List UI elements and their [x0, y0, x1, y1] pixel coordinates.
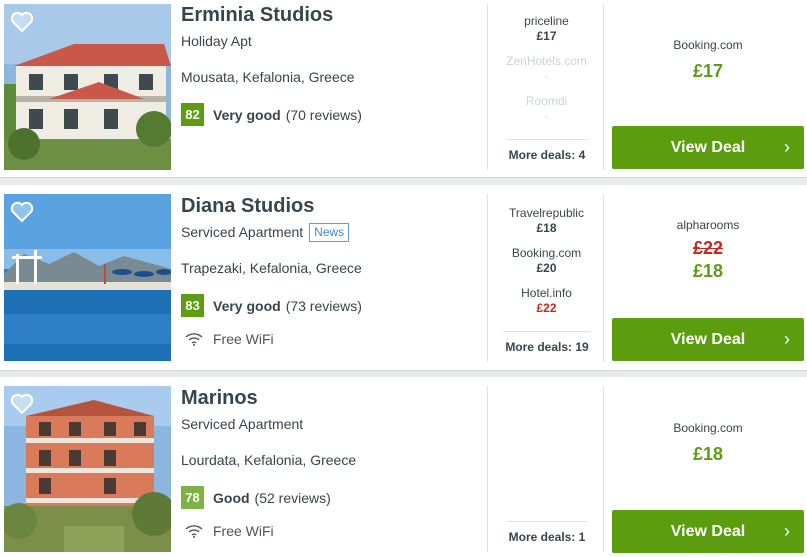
- amenity-wifi: Free WiFi: [181, 331, 481, 347]
- price-option[interactable]: ZenHotels.com -: [489, 54, 604, 84]
- heart-icon[interactable]: [10, 201, 34, 223]
- view-deal-button[interactable]: View Deal ›: [612, 126, 804, 169]
- hotel-type: Serviced Apartment: [181, 224, 304, 240]
- rating-score: 82: [181, 103, 204, 126]
- news-badge[interactable]: News: [309, 223, 350, 242]
- hotel-name[interactable]: Marinos: [181, 387, 481, 409]
- price-value: £18: [536, 221, 557, 235]
- view-deal-label: View Deal: [670, 523, 746, 540]
- price-provider: Roomdi: [525, 94, 568, 108]
- more-deals-link[interactable]: More deals: 4: [507, 139, 587, 162]
- divider: [487, 194, 488, 362]
- deal-provider: Booking.com: [673, 38, 743, 52]
- rating-label: Very good: [213, 106, 281, 123]
- deal-price: £18: [692, 444, 724, 464]
- hotel-type: Holiday Apt: [181, 33, 252, 49]
- rating-score: 78: [181, 486, 204, 509]
- hotel-location: Trapezaki, Kefalonia, Greece: [181, 260, 362, 276]
- deal-provider: Booking.com: [673, 421, 743, 435]
- more-deals-link[interactable]: More deals: 1: [507, 521, 587, 544]
- chevron-right-icon: ›: [784, 329, 790, 349]
- top-deal: Booking.com £18: [612, 421, 804, 465]
- wifi-label: Free WiFi: [213, 523, 274, 539]
- rating-score: 83: [181, 294, 204, 317]
- wifi-icon: [185, 333, 203, 346]
- price-provider: priceline: [524, 14, 569, 28]
- review-count[interactable]: (52 reviews): [255, 490, 331, 506]
- divider: [487, 4, 488, 170]
- amenity-wifi: Free WiFi: [181, 523, 481, 539]
- chevron-right-icon: ›: [784, 137, 790, 157]
- view-deal-label: View Deal: [670, 139, 746, 156]
- divider: [603, 386, 604, 552]
- deal-provider: alpharooms: [676, 218, 740, 232]
- deal-price: £18: [692, 261, 724, 281]
- price-value: £17: [536, 29, 557, 43]
- hotel-photo[interactable]: [4, 386, 171, 552]
- price-option[interactable]: Booking.com £20: [489, 246, 604, 276]
- deal-old-price: £22: [692, 238, 724, 258]
- hotel-name[interactable]: Diana Studios: [181, 195, 481, 217]
- deal-price: £17: [692, 61, 724, 81]
- rating-label: Good: [213, 489, 250, 506]
- price-provider: Booking.com: [511, 246, 582, 260]
- price-value: -: [544, 109, 549, 123]
- view-deal-button[interactable]: View Deal ›: [612, 318, 804, 361]
- wifi-label: Free WiFi: [213, 331, 274, 347]
- hotel-type-row: Serviced Apartment News: [181, 223, 481, 242]
- wifi-icon: [185, 525, 203, 538]
- hotel-photo[interactable]: [4, 4, 171, 170]
- hotel-info: Diana Studios Serviced Apartment News Tra…: [181, 195, 481, 347]
- more-deals-link[interactable]: More deals: 19: [503, 331, 591, 354]
- view-deal-label: View Deal: [670, 331, 746, 348]
- other-prices: priceline £17 ZenHotels.com - Roomdi -: [489, 14, 604, 124]
- price-value: £20: [536, 261, 557, 275]
- hotel-rating: 78 Good (52 reviews): [181, 486, 481, 509]
- hotel-photo[interactable]: [4, 194, 171, 361]
- hotel-rating: 82 Very good (70 reviews): [181, 103, 481, 126]
- price-provider: Travelrepublic: [509, 206, 584, 220]
- other-prices: Travelrepublic £18 Booking.com £20 Hotel…: [489, 206, 604, 316]
- top-deal: Booking.com £17: [612, 38, 804, 82]
- price-option[interactable]: Hotel.info £22: [489, 286, 604, 316]
- price-option[interactable]: Roomdi -: [489, 94, 604, 124]
- heart-icon[interactable]: [10, 393, 34, 415]
- price-value: -: [544, 69, 549, 83]
- rating-label: Very good: [213, 297, 281, 314]
- price-option[interactable]: Travelrepublic £18: [489, 206, 604, 236]
- price-value: £22: [536, 301, 557, 315]
- price-option[interactable]: priceline £17: [489, 14, 604, 44]
- price-provider: Hotel.info: [521, 286, 572, 300]
- review-count[interactable]: (73 reviews): [286, 298, 362, 314]
- hotel-info: Marinos Serviced Apartment Lourdata, Kef…: [181, 387, 481, 539]
- hotel-type: Serviced Apartment: [181, 416, 304, 432]
- hotel-location: Mousata, Kefalonia, Greece: [181, 69, 355, 85]
- hotel-name[interactable]: Erminia Studios: [181, 4, 481, 26]
- heart-icon[interactable]: [10, 11, 34, 33]
- divider: [487, 386, 488, 552]
- price-provider: ZenHotels.com: [506, 54, 587, 68]
- hotel-location: Lourdata, Kefalonia, Greece: [181, 452, 357, 468]
- review-count[interactable]: (70 reviews): [286, 107, 362, 123]
- top-deal: alpharooms £22 £18: [612, 218, 804, 282]
- hotel-rating: 83 Very good (73 reviews): [181, 294, 481, 317]
- chevron-right-icon: ›: [784, 521, 790, 541]
- view-deal-button[interactable]: View Deal ›: [612, 510, 804, 553]
- hotel-info: Erminia Studios Holiday Apt Mousata, Kef…: [181, 4, 481, 126]
